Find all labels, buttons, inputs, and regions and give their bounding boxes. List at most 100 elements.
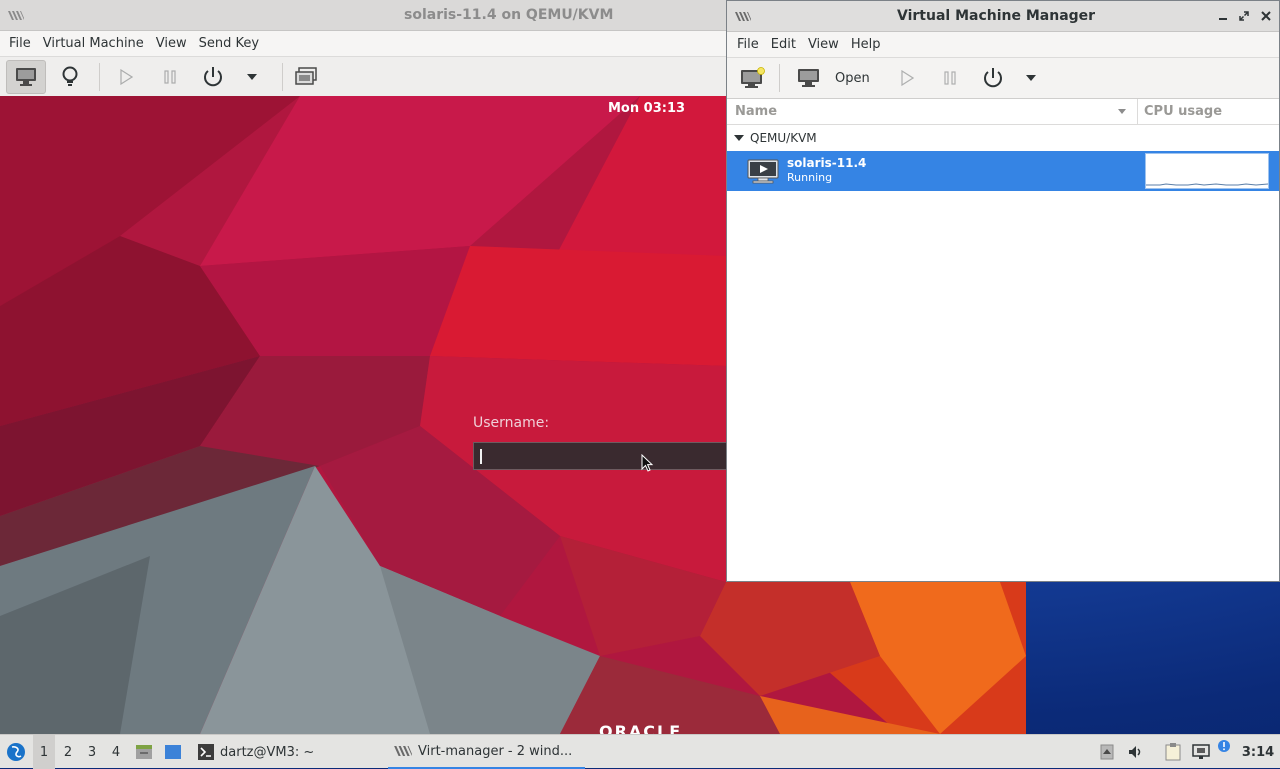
task-virt-manager[interactable]: Virt-manager - 2 wind...: [388, 735, 585, 769]
vmm-menubar: File Edit View Help: [727, 32, 1279, 58]
fullscreen-icon: [295, 67, 317, 85]
minimize-button[interactable]: [1212, 1, 1234, 31]
run-button[interactable]: [106, 60, 146, 94]
toolbar-separator: [99, 63, 100, 91]
workspace-3[interactable]: 3: [81, 735, 103, 769]
vm-running-icon: [747, 159, 779, 184]
console-icon: [16, 68, 36, 86]
open-console-icon: [798, 69, 819, 87]
pause-icon: [944, 71, 956, 85]
show-console-button[interactable]: [6, 60, 46, 94]
virt-manager-logo-icon: [735, 12, 751, 21]
oracle-logo-text: ORACLE: [599, 722, 683, 734]
vmm-menu-help[interactable]: Help: [845, 33, 887, 57]
start-menu-icon: [7, 743, 25, 761]
connection-group-label: QEMU/KVM: [750, 131, 817, 145]
fullscreen-button[interactable]: [286, 60, 326, 94]
power-icon: [204, 67, 222, 87]
toolbar-separator: [282, 63, 283, 91]
run-icon: [901, 70, 914, 86]
column-header-cpu-usage[interactable]: CPU usage: [1144, 99, 1222, 124]
text-caret: [480, 449, 482, 464]
vm-row[interactable]: solaris-11.4 Running: [727, 151, 1279, 191]
taskbar: 1 2 3 4 dartz@VM3: ~ Virt-manager - 2 wi…: [0, 734, 1280, 769]
close-button[interactable]: [1255, 1, 1277, 31]
show-details-button[interactable]: [50, 60, 90, 94]
vmm-titlebar[interactable]: Virtual Machine Manager: [727, 1, 1279, 32]
new-vm-button[interactable]: [733, 61, 773, 95]
terminal-icon: [198, 744, 214, 760]
shutdown-button[interactable]: [193, 60, 233, 94]
task-terminal[interactable]: dartz@VM3: ~: [192, 735, 320, 769]
run-icon: [120, 69, 133, 85]
guest-clock: Mon 03:13: [608, 101, 686, 116]
maximize-button[interactable]: [1233, 1, 1255, 31]
minimize-icon: [1219, 18, 1227, 20]
virt-manager-icon: [394, 746, 412, 756]
start-menu-button[interactable]: [4, 735, 28, 769]
shutdown-menu-button[interactable]: [232, 60, 272, 94]
close-icon: [1261, 11, 1271, 21]
toolbar-separator: [779, 64, 780, 92]
volume-icon: [1129, 746, 1141, 758]
vmm-shutdown-button[interactable]: [973, 61, 1013, 95]
vmm-run-button[interactable]: [887, 61, 927, 95]
desktop-icon: [165, 745, 181, 759]
viewer-menu-send-key[interactable]: Send Key: [193, 32, 265, 56]
file-manager-launcher[interactable]: [133, 735, 155, 769]
workspace-4[interactable]: 4: [105, 735, 127, 769]
virt-manager-logo-icon: [8, 11, 24, 20]
notification-info-icon: [1218, 740, 1230, 752]
cpu-usage-sparkline: [1146, 183, 1269, 186]
taskbar-clock[interactable]: 3:14: [1240, 735, 1276, 769]
viewer-menu-view[interactable]: View: [150, 32, 193, 56]
column-divider: [1137, 99, 1138, 124]
power-menu-chevron-icon: [247, 74, 257, 80]
vmm-menu-view[interactable]: View: [802, 33, 845, 57]
workspace-2[interactable]: 2: [57, 735, 79, 769]
viewer-window-title: solaris-11.4 on QEMU/KVM: [404, 7, 614, 23]
pause-button[interactable]: [150, 60, 190, 94]
tray-expand-button[interactable]: [1098, 735, 1116, 769]
workspace-1[interactable]: 1: [33, 735, 55, 769]
network-icon: [1192, 744, 1210, 759]
new-vm-icon: [741, 67, 765, 88]
notification-button[interactable]: [1216, 735, 1232, 769]
power-menu-chevron-icon: [1026, 75, 1036, 81]
file-manager-icon: [136, 745, 152, 759]
pause-icon: [164, 70, 176, 84]
maximize-icon: [1239, 11, 1249, 21]
vmm-toolbar: Open: [727, 58, 1279, 99]
vmm-shutdown-menu-button[interactable]: [1013, 61, 1049, 95]
power-icon: [984, 68, 1002, 88]
vmm-pause-button[interactable]: [930, 61, 970, 95]
mouse-pointer-icon: [641, 454, 654, 472]
open-button[interactable]: Open: [791, 61, 873, 95]
clipboard-icon: [1165, 743, 1181, 761]
vm-name: solaris-11.4: [787, 156, 867, 170]
show-desktop-launcher[interactable]: [162, 735, 184, 769]
tray-up-arrow-icon: [1100, 744, 1114, 760]
clipboard-button[interactable]: [1162, 735, 1184, 769]
vm-state: Running: [787, 171, 833, 184]
vm-list-header: Name CPU usage: [727, 99, 1279, 125]
viewer-menu-virtual-machine[interactable]: Virtual Machine: [37, 32, 150, 56]
task-terminal-label: dartz@VM3: ~: [220, 744, 315, 760]
open-button-label: Open: [835, 70, 870, 86]
vmm-window: Virtual Machine Manager File Edit View H…: [726, 0, 1280, 582]
username-input[interactable]: [473, 442, 729, 470]
task-virt-manager-label: Virt-manager - 2 wind...: [418, 743, 573, 759]
vmm-menu-edit[interactable]: Edit: [765, 33, 802, 57]
connection-group-row[interactable]: QEMU/KVM: [727, 125, 1279, 151]
sort-chevron-icon[interactable]: [1117, 108, 1127, 115]
viewer-menu-file[interactable]: File: [3, 32, 37, 56]
expander-arrow-icon[interactable]: [734, 135, 744, 142]
vmm-menu-file[interactable]: File: [731, 33, 765, 57]
column-header-name[interactable]: Name: [735, 99, 777, 124]
details-lightbulb-icon: [62, 66, 78, 86]
volume-button[interactable]: [1126, 735, 1146, 769]
network-button[interactable]: [1190, 735, 1212, 769]
vmm-window-title: Virtual Machine Manager: [897, 8, 1096, 24]
cpu-usage-graph: [1145, 153, 1269, 189]
username-label: Username:: [473, 415, 550, 431]
